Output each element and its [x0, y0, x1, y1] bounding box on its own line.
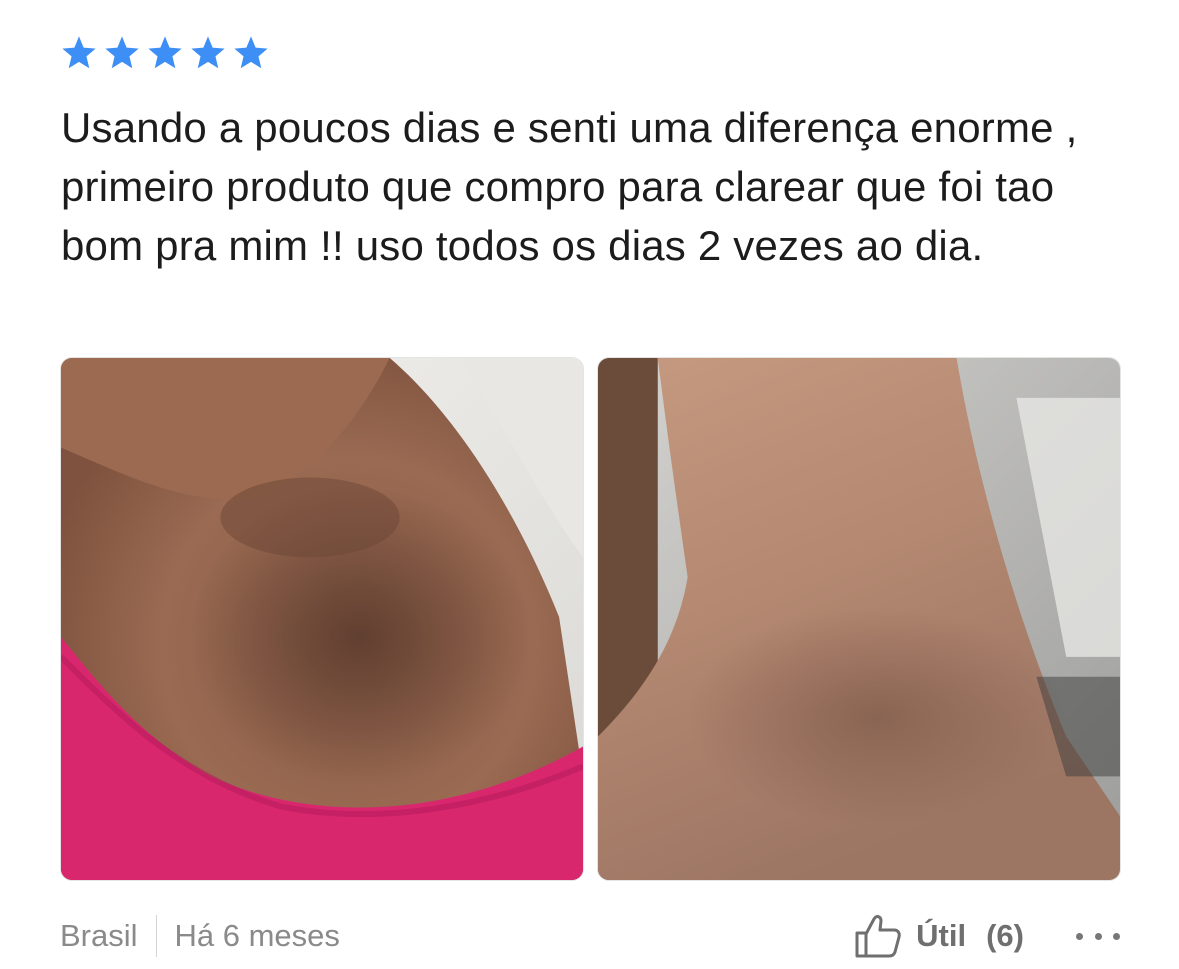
review-photo-after[interactable] [597, 357, 1121, 881]
star-icon [148, 36, 182, 69]
star-icon [234, 36, 268, 69]
more-options-icon[interactable] [1076, 930, 1120, 942]
review-photos [60, 357, 1121, 881]
dot [1094, 932, 1102, 940]
review-photo-before[interactable] [60, 357, 584, 881]
dot [1113, 932, 1120, 940]
helpful-button[interactable]: Útil (6) [854, 913, 1024, 959]
review-text: Usando a poucos dias e senti uma diferen… [61, 104, 1078, 269]
helpful-count: (6) [986, 918, 1024, 953]
star-icon [105, 36, 139, 69]
dot [1076, 932, 1083, 940]
helpful-label: Útil [916, 918, 967, 953]
review-country: Brasil [60, 918, 138, 953]
review-footer: Brasil Há 6 meses Útil (6) [60, 912, 1120, 960]
review-date: Há 6 meses [174, 918, 340, 953]
star-icon [191, 36, 225, 69]
star-rating [60, 34, 270, 72]
photo-image [61, 358, 583, 880]
photo-image [598, 358, 1120, 880]
footer-divider [155, 915, 157, 957]
thumbs-up-icon [855, 915, 901, 958]
star-icon [62, 36, 96, 69]
